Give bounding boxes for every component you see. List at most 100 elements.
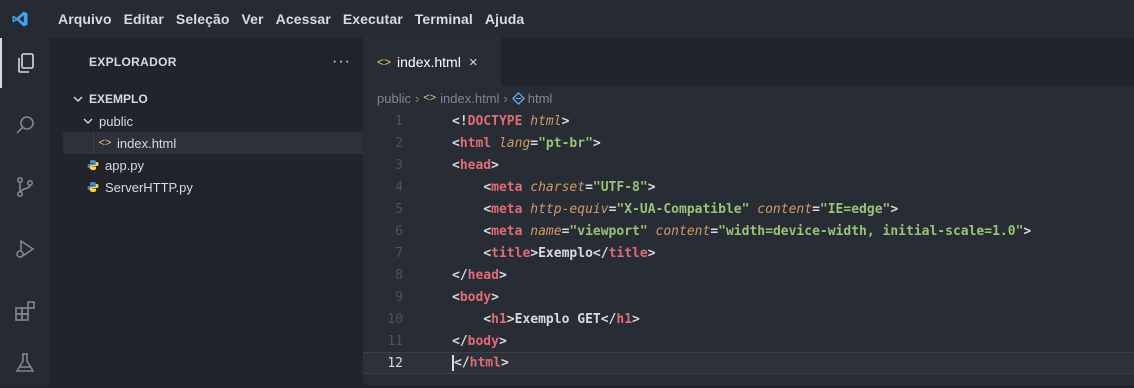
code-token: < xyxy=(483,223,492,239)
search-icon[interactable] xyxy=(0,100,50,150)
code-line[interactable]: 1 <!DOCTYPE html> xyxy=(363,110,1134,132)
menu-item-ajuda[interactable]: Ajuda xyxy=(479,0,530,38)
menu-item-executar[interactable]: Executar xyxy=(337,0,409,38)
menu-item-editar[interactable]: Editar xyxy=(118,0,170,38)
code-line[interactable]: 7 <title>Exemplo</title> xyxy=(363,242,1134,264)
code-token: > xyxy=(592,135,601,151)
code-text: <title>Exemplo</title> xyxy=(452,245,656,261)
code-line[interactable]: 5 <meta http-equiv = "X-UA-Compatible" con… xyxy=(363,198,1134,220)
code-token: "width=device-width, initial-scale=1.0" xyxy=(718,223,1024,239)
code-token: html xyxy=(469,355,501,371)
code-text: <meta name="viewport" content="width=dev… xyxy=(452,224,1031,239)
code-text: </body> xyxy=(452,334,507,349)
code-line[interactable]: 4 <meta charset="UTF-8"> xyxy=(363,176,1134,198)
code-token: "pt-br" xyxy=(538,135,593,151)
code-token: > xyxy=(506,311,515,327)
explorer-icon[interactable] xyxy=(0,38,50,88)
line-number: 12 xyxy=(387,355,403,371)
code-token: > xyxy=(561,113,570,129)
tree-file-label: app.py xyxy=(105,157,145,173)
line-number: 4 xyxy=(395,179,403,195)
code-line[interactable]: 3 <head> xyxy=(363,154,1134,176)
code-line[interactable]: 6 <meta name="viewport" content="width=d… xyxy=(363,220,1134,242)
html-file-icon: <> xyxy=(98,137,112,149)
line-number: 3 xyxy=(395,157,403,173)
tree-file-item[interactable]: app.py xyxy=(63,154,363,176)
breadcrumb-item-folder[interactable]: public xyxy=(377,91,411,106)
extensions-icon[interactable] xyxy=(0,286,50,336)
code-text: <body> xyxy=(452,290,499,305)
run-debug-icon[interactable] xyxy=(0,224,50,274)
breadcrumb-item-symbol[interactable]: html xyxy=(528,91,553,106)
code-token: "IE=edge" xyxy=(819,201,891,217)
tree-folder-public[interactable]: public xyxy=(63,110,363,132)
code-token: body xyxy=(459,289,492,305)
code-token: < xyxy=(452,135,460,151)
code-token: < xyxy=(452,157,460,173)
line-number: 5 xyxy=(395,201,403,217)
tree-file-item[interactable]: ServerHTTP.py xyxy=(63,176,363,198)
code-token: = xyxy=(530,135,539,151)
code-token: < xyxy=(483,311,492,327)
menu-item-acessar[interactable]: Acessar xyxy=(270,0,337,38)
chevron-down-icon xyxy=(71,94,85,104)
code-token: </ xyxy=(454,355,470,371)
tree-root-folder[interactable]: EXEMPLO xyxy=(63,88,363,110)
menu-item-sele-o[interactable]: Seleção xyxy=(170,0,236,38)
code-token: head xyxy=(467,267,499,283)
code-token: name xyxy=(530,223,562,239)
close-icon[interactable]: × xyxy=(469,54,478,71)
code-line[interactable]: 11 </body> xyxy=(363,330,1134,352)
code-token: < xyxy=(483,245,492,261)
code-text: </head> xyxy=(452,268,507,283)
tab-bar: <> index.html × xyxy=(363,38,1134,86)
tree-folder-label: public xyxy=(99,113,133,129)
code-text: <html lang="pt-br"> xyxy=(452,136,601,151)
explorer-sidebar: EXPLORADOR ··· EXEMPLO public <> index.ht… xyxy=(63,38,363,385)
source-control-icon[interactable] xyxy=(0,162,50,212)
code-token: title xyxy=(608,245,648,261)
code-token: < xyxy=(483,179,492,195)
tree-file-item[interactable]: <> index.html xyxy=(63,132,363,154)
menu-item-arquivo[interactable]: Arquivo xyxy=(40,0,118,38)
code-line[interactable]: 2 <html lang="pt-br"> xyxy=(363,132,1134,154)
code-token: > xyxy=(632,311,640,327)
code-token: http-equiv xyxy=(530,201,609,217)
code-text: <!DOCTYPE html> xyxy=(452,114,569,129)
code-token: </ xyxy=(600,311,617,327)
activity-bar xyxy=(0,38,50,385)
menu-item-ver[interactable]: Ver xyxy=(236,0,270,38)
code-token: > xyxy=(498,267,507,283)
code-token: h1 xyxy=(491,311,507,327)
line-number: 7 xyxy=(395,245,403,261)
breadcrumb-item-file[interactable]: index.html xyxy=(440,91,499,106)
breadcrumb-separator-icon: › xyxy=(414,90,420,106)
code-token: lang xyxy=(498,135,531,151)
code-text: <head> xyxy=(452,158,499,173)
code-token: "X-UA-Compatible" xyxy=(616,201,750,217)
more-actions-button[interactable]: ··· xyxy=(332,53,351,71)
code-line[interactable]: 9 <body> xyxy=(363,286,1134,308)
code-editor[interactable]: 1 <!DOCTYPE html> 2 <html lang="pt-br"> 3 <he… xyxy=(363,110,1134,374)
code-token: = xyxy=(710,223,719,239)
code-token: = xyxy=(812,201,820,217)
code-text: <h1>Exemplo GET</h1> xyxy=(452,312,640,327)
code-token: meta xyxy=(491,179,523,195)
tab-index-html[interactable]: <> index.html × xyxy=(363,38,501,86)
code-token: > xyxy=(890,201,899,217)
code-line[interactable]: 10 <h1>Exemplo GET</h1> xyxy=(363,308,1134,330)
code-token: DOCTYPE xyxy=(467,113,523,129)
code-token: "viewport" xyxy=(569,223,648,239)
code-token: <! xyxy=(452,113,468,129)
code-line[interactable]: 8 </head> xyxy=(363,264,1134,286)
code-token: body xyxy=(467,333,499,349)
menu-item-terminal[interactable]: Terminal xyxy=(409,0,479,38)
code-token: > xyxy=(1023,223,1032,239)
code-token: > xyxy=(647,179,656,195)
code-line[interactable]: 12 </html> xyxy=(363,352,1134,374)
code-token: > xyxy=(647,245,656,261)
testing-icon[interactable] xyxy=(0,338,50,388)
